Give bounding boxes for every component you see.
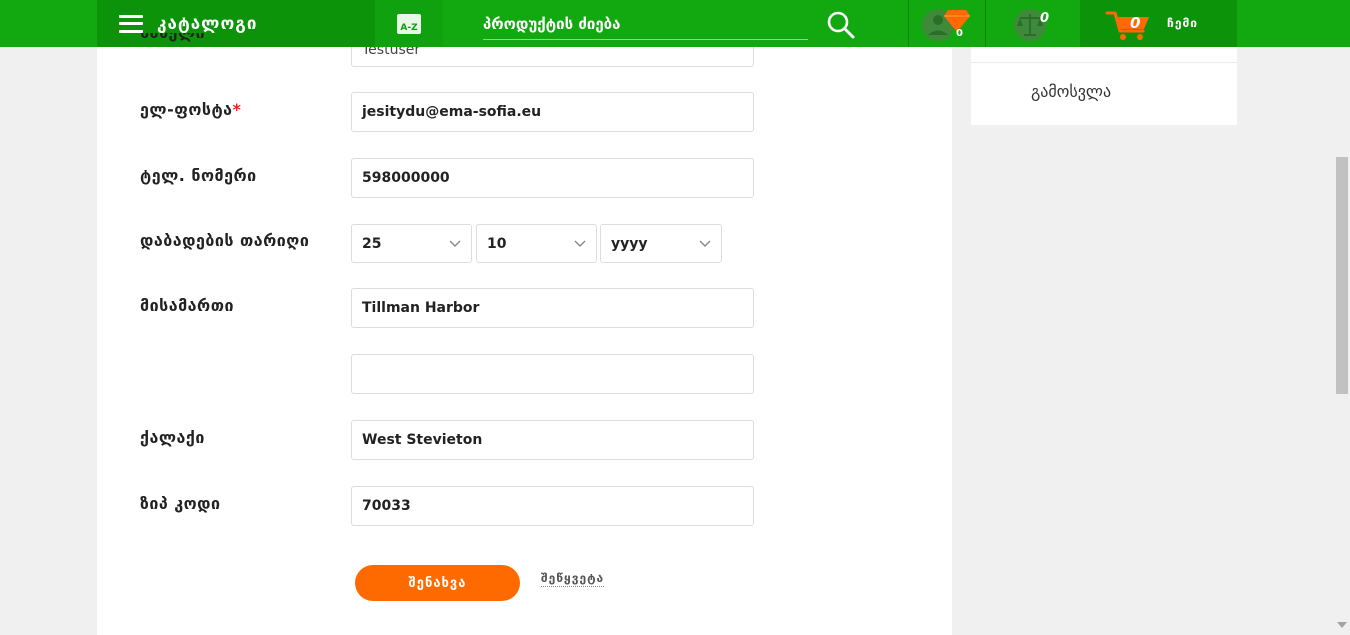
search-input[interactable] — [483, 12, 803, 36]
my-account-label: ჩემი — [1167, 16, 1199, 30]
header-divider — [985, 0, 986, 47]
profile-form-panel — [97, 47, 952, 635]
email-value: jesitydu@ema-sofia.eu — [362, 104, 542, 120]
az-icon: A-Z — [397, 13, 421, 34]
header-divider — [908, 0, 909, 47]
chevron-down-icon — [574, 240, 586, 247]
logout-link[interactable]: გამოსვლა — [1031, 82, 1111, 101]
compare-scale-icon — [1014, 9, 1046, 41]
catalog-label: კატალოგი — [157, 13, 258, 34]
birth-year-value: yyyy — [611, 235, 648, 252]
phone-label: ტელ. ნომერი — [140, 166, 257, 185]
phone-field[interactable]: 598000000 — [351, 158, 754, 198]
compare-count: 0 — [1040, 11, 1050, 26]
birth-day-value: 25 — [362, 235, 382, 252]
birthdate-label: დაბადების თარიღი — [140, 231, 310, 250]
az-index-button[interactable]: A-Z — [375, 0, 443, 47]
cart-icon — [1105, 11, 1149, 40]
favorites-icon — [922, 9, 970, 41]
compare-button[interactable]: 0 — [1010, 6, 1060, 44]
search-bar — [483, 12, 808, 40]
email-label: ელ-ფოსტა* — [140, 100, 241, 119]
address-line2-field[interactable] — [351, 354, 754, 394]
scroll-down-arrow-icon[interactable] — [1337, 622, 1347, 628]
address-label: მისამართი — [140, 296, 234, 315]
favorites-count: 0 — [956, 28, 963, 39]
birth-year-select[interactable]: yyyy — [600, 224, 722, 263]
required-marker: * — [232, 100, 242, 119]
scrollbar-thumb[interactable] — [1336, 157, 1348, 394]
save-button[interactable]: შენახვა — [355, 565, 520, 601]
first-name-value: Testuser — [362, 47, 421, 58]
first-name-label: სახელი — [140, 33, 205, 47]
hamburger-icon — [119, 14, 143, 33]
birth-day-select[interactable]: 25 — [351, 224, 472, 263]
search-icon[interactable] — [826, 10, 856, 40]
address-line1-value: Tillman Harbor — [362, 300, 480, 316]
phone-value: 598000000 — [362, 170, 450, 186]
birth-month-value: 10 — [487, 235, 507, 252]
city-field[interactable]: West Stevieton — [351, 420, 754, 460]
address-line1-field[interactable]: Tillman Harbor — [351, 288, 754, 328]
first-name-field[interactable]: Testuser — [351, 47, 754, 67]
cart-button[interactable]: 0 ჩემი — [1080, 0, 1237, 47]
catalog-button[interactable]: კატალოგი — [97, 0, 375, 47]
chevron-down-icon — [699, 240, 711, 247]
zip-label: ზიპ კოდი — [140, 494, 221, 513]
zip-field[interactable]: 70033 — [351, 486, 754, 526]
city-label: ქალაქი — [140, 428, 205, 447]
email-label-text: ელ-ფოსტა — [140, 100, 233, 119]
cart-count: 0 — [1130, 14, 1141, 32]
favorites-button[interactable]: 0 — [920, 6, 976, 44]
email-field[interactable]: jesitydu@ema-sofia.eu — [351, 92, 754, 132]
zip-value: 70033 — [362, 498, 411, 514]
cancel-link[interactable]: შეწყვეტა — [541, 571, 605, 587]
sidebar-divider — [971, 62, 1237, 63]
city-value: West Stevieton — [362, 432, 483, 448]
birth-month-select[interactable]: 10 — [476, 224, 597, 263]
chevron-down-icon — [449, 240, 461, 247]
